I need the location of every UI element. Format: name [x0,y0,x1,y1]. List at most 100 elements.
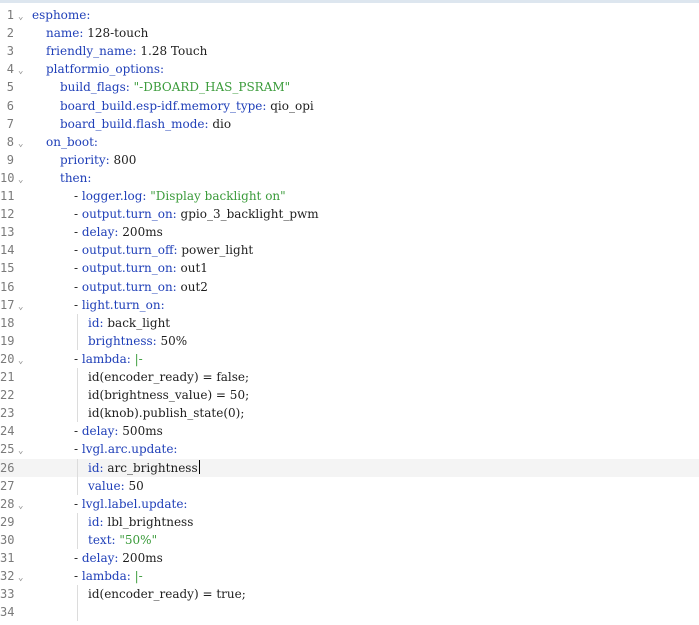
editor-line[interactable]: 27 value: 50 [0,477,699,495]
code-text: id: lbl_brightness [88,513,193,531]
yaml-key: text: [88,532,116,547]
yaml-key: output.turn_off: [81,243,178,258]
line-number: 9 [6,152,14,167]
editor-line[interactable]: 8 ⌄ on_boot: [0,133,699,151]
editor-line[interactable]: 3 friendly_name: 1.28 Touch [0,42,699,60]
line-number: 22 [0,388,15,403]
editor-line[interactable]: 17 ⌄ - light.turn_on: [0,296,699,314]
editor-line[interactable]: 32 ⌄ - lambda: |- [0,567,699,585]
yaml-key: on_boot: [46,134,98,149]
yaml-value: gpio_3_backlight_pwm [176,207,319,222]
yaml-value: lbl_brightness [103,514,194,529]
code-text: on_boot: [46,133,98,151]
editor-line[interactable]: 7 board_build.flash_mode: dio [0,115,699,133]
line-number: 20 [0,351,15,366]
editor-line[interactable]: 11 - logger.log: "Display backlight on" [0,187,699,205]
editor-line[interactable]: 28 ⌄ - lvgl.label.update: [0,495,699,513]
code-text: - delay: 500ms [74,422,163,440]
yaml-value: 800 [109,152,137,167]
editor-line[interactable]: 13 - delay: 200ms [0,223,699,241]
line-number: 15 [0,261,15,276]
editor-line[interactable]: 34 [0,603,699,621]
list-dash: - [74,351,82,366]
indent-guide [77,368,78,423]
line-number: 6 [6,98,14,113]
code-text: value: 50 [88,477,144,495]
code-text: - lvgl.label.update: [74,495,187,513]
yaml-key: brightness: [88,333,157,348]
list-dash: - [74,496,82,511]
editor-line[interactable]: 31 - delay: 200ms [0,549,699,567]
code-text: brightness: 50% [88,332,187,350]
editor-line[interactable]: 29 id: lbl_brightness [0,513,699,531]
line-number: 3 [6,44,14,59]
editor-line[interactable]: 10 ⌄ then: [0,169,699,187]
editor-line[interactable]: 23 id(knob).publish_state(0); [0,404,699,422]
line-number: 16 [0,279,15,294]
yaml-key: board_build.esp-idf.memory_type: [60,98,267,113]
code-text: - delay: 200ms [74,549,163,567]
editor-line[interactable]: 1 ⌄ esphome: [0,6,699,24]
code-editor[interactable]: 1 ⌄ esphome: 2 name: 128-touch 3 friendly_name… [0,6,699,625]
code-text: - lambda: |- [74,567,143,585]
editor-line[interactable]: 4 ⌄ platformio_options: [0,60,699,78]
editor-line[interactable]: 2 name: 128-touch [0,24,699,42]
yaml-value: 50% [156,333,188,348]
yaml-key: id: [88,460,104,475]
editor-line[interactable]: 30 text: "50%" [0,531,699,549]
editor-line[interactable]: 20 ⌄ - lambda: |- [0,350,699,368]
editor-line[interactable]: 15 - output.turn_on: out1 [0,259,699,277]
yaml-value: out2 [176,279,208,294]
editor-line[interactable]: 25 ⌄ - lvgl.arc.update: [0,440,699,458]
code-text: board_build.flash_mode: dio [60,115,231,133]
indent-guide [77,585,78,622]
code-text: - output.turn_on: out2 [74,278,208,296]
list-dash: - [74,207,82,222]
code-text: - delay: 200ms [74,223,163,241]
editor-line[interactable]: 16 - output.turn_on: out2 [0,278,699,296]
block-indicator: |- [130,351,143,366]
editor-line[interactable]: 14 - output.turn_off: power_light [0,241,699,259]
yaml-value: id(encoder_ready) = false; [88,370,250,384]
list-dash: - [74,569,82,584]
editor-line[interactable]: 22 id(brightness_value) = 50; [0,386,699,404]
indent-guide [77,313,78,350]
line-number: 7 [6,116,14,131]
editor-line[interactable]: 18 id: back_light [0,314,699,332]
line-number: 24 [0,424,15,439]
editor-line[interactable]: 24 - delay: 500ms [0,422,699,440]
yaml-key: build_flags: [60,80,130,95]
yaml-key: delay: [81,225,119,240]
code-text: - output.turn_on: gpio_3_backlight_pwm [74,205,319,223]
editor-line[interactable]: 5 build_flags: "-DBOARD_HAS_PSRAM" [0,78,699,96]
line-number: 23 [0,406,15,421]
editor-line[interactable]: 19 brightness: 50% [0,332,699,350]
yaml-key: esphome: [32,8,91,22]
editor-line[interactable]: 6 board_build.esp-idf.memory_type: qio_op… [0,97,699,115]
yaml-string: "-DBOARD_HAS_PSRAM" [129,80,291,95]
editor-line[interactable]: 12 - output.turn_on: gpio_3_backlight_pwm [0,205,699,223]
yaml-key: id: [88,315,104,330]
top-border [0,0,699,3]
list-dash: - [74,442,82,457]
line-number: 12 [0,207,15,222]
yaml-value: id(brightness_value) = 50; [88,388,250,403]
line-number: 29 [0,514,15,529]
editor-line[interactable]: 26 id: arc_brightness [0,458,699,477]
yaml-key: name: [46,26,84,41]
code-text: id(knob).publish_state(0); [88,404,244,422]
editor-line[interactable]: 21 id(encoder_ready) = false; [0,368,699,386]
line-number: 33 [0,587,15,602]
editor-line[interactable]: 33 id(encoder_ready) = true; [0,585,699,603]
yaml-value: dio [208,116,232,131]
line-number: 28 [0,496,15,511]
editor-line[interactable]: 9 priority: 800 [0,151,699,169]
yaml-key: board_build.flash_mode: [60,116,209,131]
yaml-value: 50 [124,478,144,493]
code-text: - light.turn_on: [74,296,165,314]
code-text: esphome: [32,6,90,24]
yaml-string: "Display backlight on" [146,189,286,203]
code-text: id: back_light [88,314,170,332]
yaml-value: out1 [176,261,208,276]
yaml-value: 500ms [118,424,163,439]
